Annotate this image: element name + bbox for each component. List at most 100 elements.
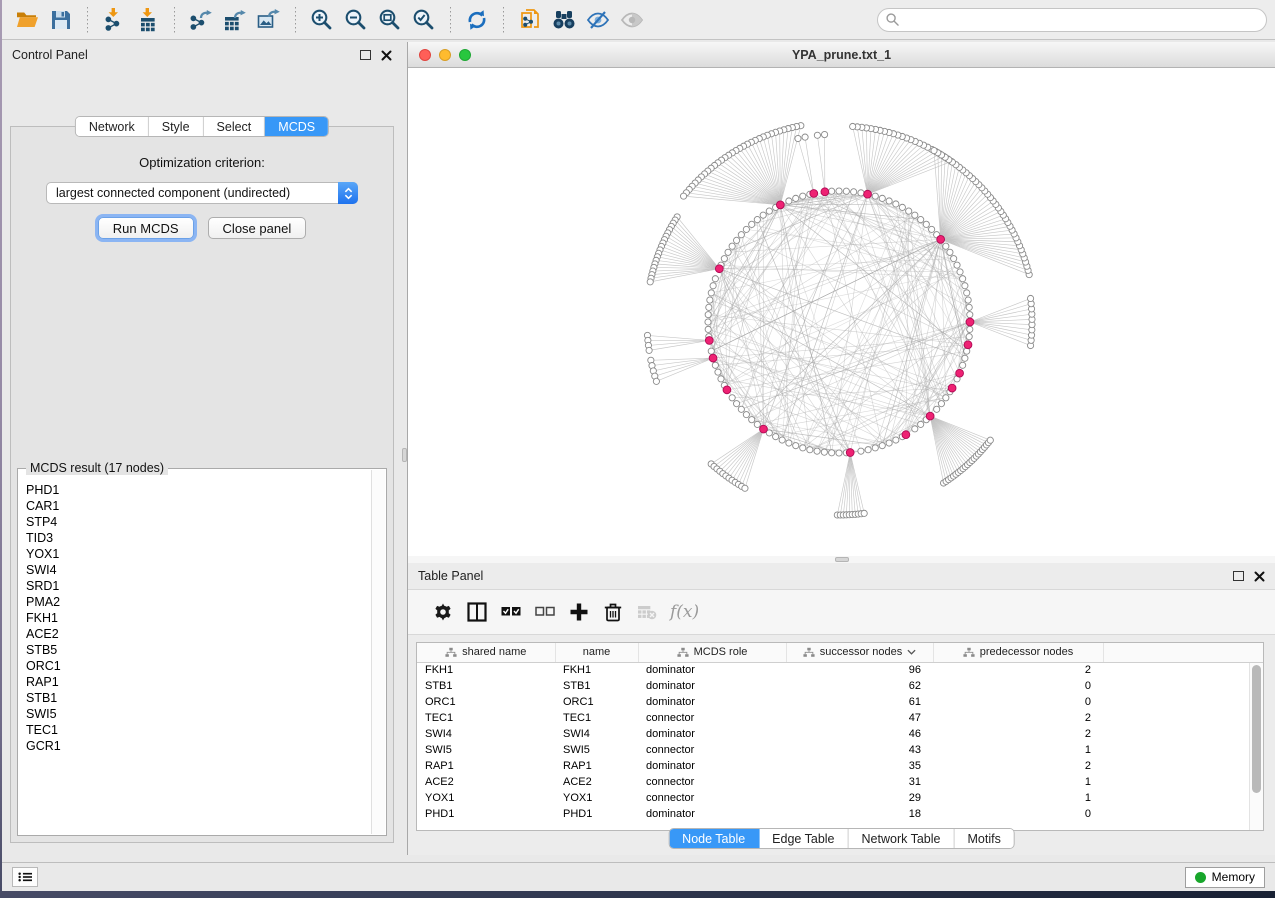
graph-node[interactable] [964,290,970,296]
graph-node[interactable] [967,326,973,332]
graph-hub-node[interactable] [846,449,854,457]
graph-node[interactable] [943,395,949,401]
graph-hub-node[interactable] [723,386,731,394]
graph-node[interactable] [754,421,760,427]
graph-node[interactable] [733,237,739,243]
graph-node[interactable] [836,188,842,194]
graph-node[interactable] [893,437,899,443]
graph-node[interactable] [754,216,760,222]
table-scrollbar[interactable] [1249,663,1263,830]
graph-node[interactable] [918,421,924,427]
splitter-grip[interactable] [835,557,849,562]
table-row[interactable]: STB1STB1dominator620 [417,678,1263,694]
graph-leaf-node[interactable] [647,279,653,285]
graph-node[interactable] [705,326,711,332]
zoom-fit-icon[interactable] [375,5,405,35]
tab-select[interactable]: Select [204,117,266,136]
graph-leaf-node[interactable] [861,510,867,516]
mcds-result-item[interactable]: SWI5 [19,706,371,722]
mcds-result-item[interactable]: PMA2 [19,594,371,610]
graph-hub-node[interactable] [937,235,945,243]
graph-node[interactable] [738,232,744,238]
graph-node[interactable] [710,283,716,289]
apply-layout-icon[interactable] [462,5,492,35]
graph-node[interactable] [954,262,960,268]
import-network-icon[interactable] [99,5,129,35]
graph-node[interactable] [957,269,963,275]
graph-node[interactable] [743,226,749,232]
graph-leaf-node[interactable] [814,132,820,138]
graph-node[interactable] [793,195,799,201]
mcds-result-item[interactable]: SWI4 [19,562,371,578]
mcds-result-item[interactable]: ACE2 [19,626,371,642]
column-header-successor-nodes[interactable]: successor nodes [786,643,933,662]
close-panel-icon[interactable] [1254,571,1265,582]
graph-node[interactable] [733,401,739,407]
deselect-all-icon[interactable] [528,597,562,627]
task-history-button[interactable] [12,867,38,887]
graph-hub-node[interactable] [715,265,723,273]
graph-node[interactable] [879,195,885,201]
graph-hub-node[interactable] [709,354,717,362]
graph-node[interactable] [766,208,772,214]
graph-node[interactable] [705,312,711,318]
tab-mcds[interactable]: MCDS [265,117,328,136]
graph-node[interactable] [707,297,713,303]
graph-node[interactable] [962,283,968,289]
graph-hub-node[interactable] [948,384,956,392]
network-canvas[interactable] [408,68,1275,556]
graph-node[interactable] [943,243,949,249]
graph-hub-node[interactable] [705,337,713,345]
column-header-name[interactable]: name [555,643,638,662]
mcds-result-item[interactable]: YOX1 [19,546,371,562]
mcds-result-item[interactable]: PHD1 [19,482,371,498]
graph-node[interactable] [829,188,835,194]
graph-node[interactable] [749,417,755,423]
graph-node[interactable] [786,198,792,204]
graph-hub-node[interactable] [810,190,818,198]
graph-hub-node[interactable] [776,201,784,209]
graph-node[interactable] [960,276,966,282]
graph-node[interactable] [821,449,827,455]
graph-node[interactable] [947,249,953,255]
graph-node[interactable] [879,443,885,449]
graph-leaf-node[interactable] [931,147,937,153]
graph-node[interactable] [865,447,871,453]
graph-leaf-node[interactable] [742,485,748,491]
graph-node[interactable] [843,188,849,194]
graph-node[interactable] [708,290,714,296]
graph-node[interactable] [712,276,718,282]
graph-node[interactable] [725,249,731,255]
add-column-icon[interactable] [562,597,596,627]
graph-node[interactable] [934,406,940,412]
tab-edge-table[interactable]: Edge Table [759,829,848,848]
graph-leaf-node[interactable] [795,135,801,141]
table-row[interactable]: FKH1FKH1dominator962 [417,662,1263,678]
graph-leaf-node[interactable] [821,131,827,137]
save-session-icon[interactable] [46,5,76,35]
mcds-list-scrollbar[interactable] [371,470,385,834]
graph-node[interactable] [721,256,727,262]
mcds-result-item[interactable]: STB5 [19,642,371,658]
graph-hub-node[interactable] [760,425,768,433]
mcds-result-item[interactable]: GCR1 [19,738,371,754]
graph-node[interactable] [966,334,972,340]
graph-node[interactable] [966,304,972,310]
mcds-result-item[interactable]: TID3 [19,530,371,546]
search-box[interactable] [877,8,1267,32]
graph-node[interactable] [712,362,718,368]
first-neighbors-icon[interactable] [549,5,579,35]
new-network-from-selection-icon[interactable] [515,5,545,35]
close-panel-button[interactable]: Close panel [208,217,307,239]
graph-node[interactable] [965,297,971,303]
import-table-icon[interactable] [133,5,163,35]
graph-node[interactable] [962,355,968,361]
scrollbar-thumb[interactable] [1252,665,1261,793]
tab-motifs[interactable]: Motifs [954,829,1013,848]
table-row[interactable]: TEC1TEC1connector472 [417,710,1263,726]
graph-node[interactable] [951,256,957,262]
export-network-icon[interactable] [186,5,216,35]
graph-node[interactable] [899,204,905,210]
graph-leaf-node[interactable] [680,193,686,199]
mcds-result-item[interactable]: TEC1 [19,722,371,738]
